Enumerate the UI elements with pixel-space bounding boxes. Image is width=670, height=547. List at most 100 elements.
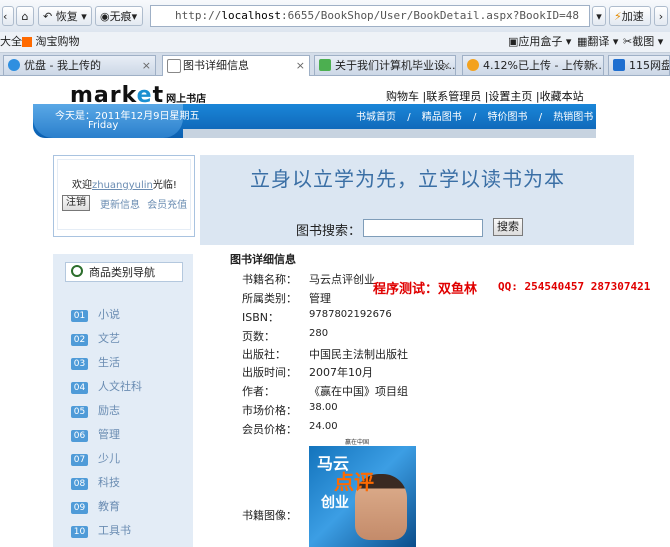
nav-special[interactable]: 特价图书 xyxy=(488,112,528,123)
close-icon[interactable]: × xyxy=(442,56,451,75)
forward-icon[interactable]: › xyxy=(654,6,668,26)
category-item[interactable]: 08 科技 xyxy=(71,474,120,490)
scissors-icon: ✂ xyxy=(623,35,633,48)
category-label: 工具书 xyxy=(98,524,131,537)
top-links[interactable]: 购物车 |联系管理员 |设置主页 |收藏本站 xyxy=(386,88,584,104)
category-item[interactable]: 03 生活 xyxy=(71,354,120,370)
restore-button[interactable]: ↶ 恢复 ▾ xyxy=(38,6,92,26)
tab-115[interactable]: 115网盘 xyxy=(608,55,670,75)
category-num: 03 xyxy=(71,358,88,370)
category-label: 人文社科 xyxy=(98,380,142,393)
field-label: 会员价格： xyxy=(242,423,297,436)
cover-title-2: 点评 xyxy=(334,470,374,494)
tab-upan[interactable]: 优盘 - 我上传的 × xyxy=(3,55,156,75)
username[interactable]: zhuangyulin xyxy=(92,180,153,191)
category-nav-header: 商品类别导航 xyxy=(65,262,183,282)
traceless-button[interactable]: ◉无痕▾ xyxy=(95,6,143,26)
fav-translate[interactable]: ▦翻译 ▾ xyxy=(577,32,618,52)
book-image-label: 书籍图像： xyxy=(242,509,297,522)
search-button[interactable]: 搜索 xyxy=(493,218,523,236)
back-arrow-icon[interactable]: ‹ xyxy=(2,6,14,26)
field-label: 市场价格： xyxy=(242,404,297,417)
accelerate-button[interactable]: ⚡加速 xyxy=(609,6,651,26)
browser-toolbar: ‹ ⌂ ↶ 恢复 ▾ ◉无痕▾ http://localhost:6655/Bo… xyxy=(0,0,670,33)
category-num: 04 xyxy=(71,382,88,394)
accelerate-label: 加速 xyxy=(621,10,644,23)
restore-label: 恢复 xyxy=(55,10,78,23)
category-label: 文艺 xyxy=(98,332,120,345)
fav-translate-label: 翻译 xyxy=(587,35,610,48)
tab-upload[interactable]: 4.12%已上传 - 上传新... × xyxy=(462,55,604,75)
user-box: 欢迎zhuangyulin光临! 注销 更新信息 会员充值 xyxy=(53,155,195,237)
isbn-value: 9787802192676 xyxy=(309,309,392,320)
category-num: 09 xyxy=(71,502,88,514)
category-num: 10 xyxy=(71,526,88,538)
fav-taobao-label: 淘宝购物 xyxy=(35,35,80,48)
section-title: 图书详细信息 xyxy=(230,253,296,266)
tab-label: 关于我们计算机毕业设... xyxy=(335,59,456,72)
category-value: 管理 xyxy=(309,292,331,305)
translate-icon: ▦ xyxy=(577,35,588,48)
address-bar[interactable]: http://localhost:6655/BookShop/User/Book… xyxy=(150,5,590,27)
main-nav: 书城首页 / 精品图书 / 特价图书 / 热销图书 xyxy=(356,112,594,123)
recharge-link[interactable]: 会员充值 xyxy=(147,200,187,211)
page-icon xyxy=(167,59,181,73)
category-item[interactable]: 06 管理 xyxy=(71,426,120,442)
category-label: 励志 xyxy=(98,404,120,417)
restore-icon: ↶ xyxy=(43,10,53,23)
lightning-icon: ⚡ xyxy=(614,10,622,23)
category-nav-title: 商品类别导航 xyxy=(89,266,155,279)
url-host: localhost xyxy=(221,9,281,22)
tab-label: 图书详细信息 xyxy=(183,59,249,72)
category-item[interactable]: 07 少儿 xyxy=(71,450,120,466)
pages-value: 280 xyxy=(309,328,329,339)
tab-book-detail[interactable]: 图书详细信息 × xyxy=(162,55,310,76)
tester-text: 程序测试：双鱼林 xyxy=(373,282,478,297)
qq-text: QQ: 254540457 287307421 xyxy=(498,280,651,293)
tab-about-us[interactable]: 关于我们计算机毕业设... × xyxy=(314,55,456,75)
category-label: 生活 xyxy=(98,356,120,369)
cover-strip: 赢在中国 xyxy=(309,436,416,446)
category-item[interactable]: 05 励志 xyxy=(71,402,120,418)
category-label: 小说 xyxy=(98,308,120,321)
field-label: 出版社： xyxy=(242,348,286,361)
category-num: 07 xyxy=(71,454,88,466)
url-prefix: http:// xyxy=(175,9,222,22)
logout-button[interactable]: 注销 xyxy=(62,195,90,211)
fav-daquan[interactable]: 大全 xyxy=(0,32,22,52)
user-links: 更新信息 会员充值 xyxy=(100,196,187,211)
nav-hot[interactable]: 热销图书 xyxy=(553,112,593,123)
field-label: 作者： xyxy=(242,385,275,398)
cover-title-3: 创业 xyxy=(321,495,349,511)
favorites-bar: 大全 淘宝购物 ▣应用盒子 ▾ ▦翻译 ▾ ✂截图 ▾ xyxy=(0,32,670,53)
update-info-link[interactable]: 更新信息 xyxy=(100,200,140,211)
nav-featured[interactable]: 精品图书 xyxy=(422,112,462,123)
close-icon[interactable]: × xyxy=(296,56,305,75)
welcome-text: 欢迎zhuangyulin光临! xyxy=(72,176,177,191)
weekday-text: Friday xyxy=(88,120,119,131)
category-item[interactable]: 01 小说 xyxy=(71,306,120,322)
search-label: 图书搜索： xyxy=(296,224,362,239)
close-icon[interactable]: × xyxy=(590,56,599,75)
traceless-label: 无痕 xyxy=(109,10,132,23)
address-dropdown-icon[interactable]: ▾ xyxy=(592,6,606,26)
category-num: 06 xyxy=(71,430,88,442)
nav-home[interactable]: 书城首页 xyxy=(356,112,396,123)
bullet-icon xyxy=(71,265,83,277)
search-input[interactable] xyxy=(363,219,483,237)
category-num: 08 xyxy=(71,478,88,490)
category-item[interactable]: 02 文艺 xyxy=(71,330,120,346)
category-item[interactable]: 09 教育 xyxy=(71,498,120,514)
home-icon[interactable]: ⌂ xyxy=(16,6,34,26)
fav-appbox[interactable]: ▣应用盒子 ▾ xyxy=(508,32,571,52)
category-item[interactable]: 04 人文社科 xyxy=(71,378,142,394)
fav-screenshot[interactable]: ✂截图 ▾ xyxy=(623,32,663,52)
welcome-post: 光临! xyxy=(152,180,177,191)
field-label: 出版时间： xyxy=(242,366,297,379)
taobao-icon xyxy=(22,37,32,47)
date-box: 今天是：2011年12月9日星期五 Friday xyxy=(33,104,200,138)
date-text: 今天是：2011年12月9日星期五 xyxy=(55,111,200,122)
category-item[interactable]: 10 工具书 xyxy=(71,522,131,538)
close-icon[interactable]: × xyxy=(142,56,151,75)
fav-taobao[interactable]: 淘宝购物 xyxy=(22,32,80,52)
